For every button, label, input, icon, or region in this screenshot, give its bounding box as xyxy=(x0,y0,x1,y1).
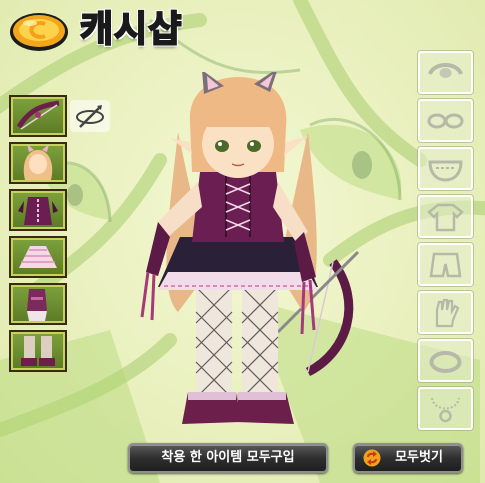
equipped-hair[interactable] xyxy=(9,142,67,184)
character-preview xyxy=(140,72,360,424)
necklace-icon xyxy=(431,397,460,423)
glove-icon xyxy=(435,298,460,328)
rotate-view-icon[interactable] xyxy=(70,100,110,132)
ring-icon xyxy=(429,351,462,373)
page-title: 캐시샵 xyxy=(79,8,183,51)
mask-icon xyxy=(428,160,463,182)
hair-icon xyxy=(23,144,53,180)
category-necklace[interactable] xyxy=(418,387,473,430)
gloves-icon xyxy=(27,289,47,321)
shoes-icon xyxy=(21,336,55,366)
swap-arrows-icon xyxy=(363,449,381,467)
equipped-weapon-bow[interactable] xyxy=(9,95,67,137)
gold-coin-icon xyxy=(10,13,68,51)
category-top[interactable] xyxy=(418,195,473,238)
top-icon xyxy=(18,197,58,225)
category-gloves[interactable] xyxy=(418,291,473,334)
category-ring[interactable] xyxy=(418,339,473,382)
equipped-shoes[interactable] xyxy=(9,330,67,372)
unequip-all-button[interactable]: 모두벗기 xyxy=(353,443,463,473)
cash-shop-stage: 캐시샵 착용 한 아이템 모두구입 모두벗기 xyxy=(0,0,485,483)
bow-icon xyxy=(16,100,60,130)
category-bottom[interactable] xyxy=(418,243,473,286)
category-face[interactable] xyxy=(418,99,473,142)
shirt-icon xyxy=(427,203,464,232)
category-mouth[interactable] xyxy=(418,147,473,190)
glasses-icon xyxy=(427,113,464,129)
buy-all-equipped-button[interactable]: 착용 한 아이템 모두구입 xyxy=(128,443,328,473)
equipped-gloves[interactable] xyxy=(9,283,67,325)
shorts-icon xyxy=(429,252,462,278)
skirt-icon xyxy=(19,246,57,268)
headband-icon xyxy=(428,63,463,78)
equipped-top[interactable] xyxy=(9,189,67,231)
equipped-skirt[interactable] xyxy=(9,236,67,278)
unequip-all-label: 모두벗기 xyxy=(395,450,443,465)
category-headgear[interactable] xyxy=(418,51,473,94)
